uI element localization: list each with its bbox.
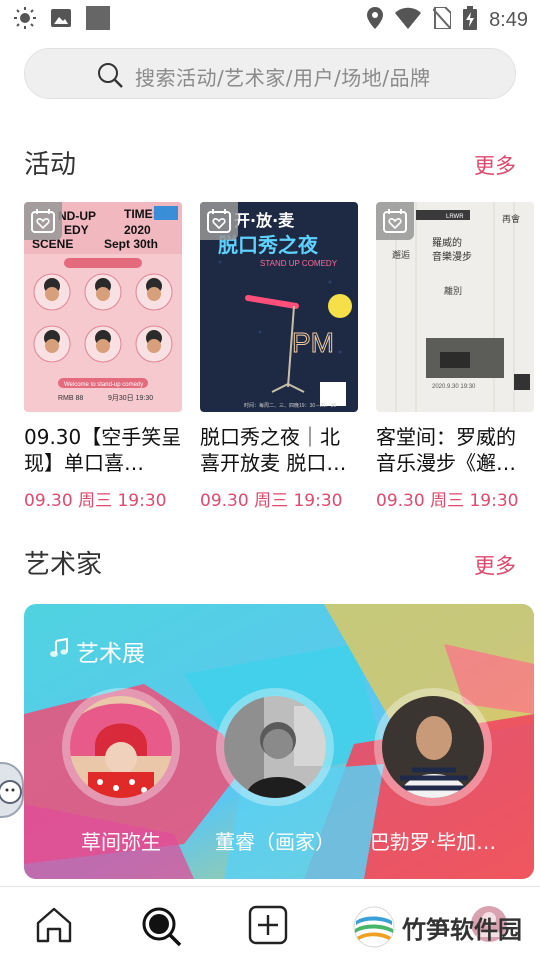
poster-text: 音樂漫步: [432, 250, 472, 263]
square-icon: [86, 6, 110, 34]
favorite-button[interactable]: [200, 202, 238, 240]
event-poster: 开·放·麦 脱口秀之夜 STAND UP COMEDY PM 时间：每周二、三、…: [200, 202, 358, 412]
home-icon: [36, 907, 72, 943]
status-bar: 8:49: [0, 0, 540, 36]
poster-text: TIME:: [124, 207, 157, 221]
wifi-icon: [395, 7, 422, 33]
artist-item[interactable]: 董睿（画家）: [215, 688, 335, 855]
poster-text: 離別: [444, 285, 462, 297]
avatar-ring: [62, 688, 180, 806]
calendar-heart-icon: [31, 209, 55, 233]
event-time: 09.30 周三 19:30: [24, 491, 167, 511]
nav-add[interactable]: [248, 905, 288, 949]
no-sim-icon: [432, 6, 453, 33]
nav-discover[interactable]: [140, 905, 182, 951]
events-more-link[interactable]: 更多: [474, 150, 516, 180]
events-section-title: 活动: [24, 150, 77, 180]
watermark: 竹笋软件园: [352, 905, 522, 949]
artists-section-title: 艺术家: [24, 550, 103, 580]
banner-tag-label: 艺术展: [76, 641, 145, 667]
location-icon: [367, 7, 384, 33]
search-bar[interactable]: 搜索活动/艺术家/用户/场地/品牌: [24, 48, 516, 99]
poster-text: 再會: [502, 213, 520, 225]
poster-text: 时间：每周二、三、四晚19：30－21：30: [244, 402, 336, 409]
banner-tag: 艺术展: [48, 634, 145, 668]
poster-text: 9月30日 19:30: [108, 394, 153, 402]
event-title: 09.30【空手笑呈现】单口喜…: [24, 425, 182, 475]
event-card[interactable]: LRWR 羅威的 音樂漫步 邂逅 離別 再會 2020.9.30 19:30 客…: [376, 202, 534, 511]
chat-face-icon: [0, 780, 22, 804]
search-icon: [97, 62, 123, 92]
watermark-text: 竹笋软件园: [402, 915, 522, 944]
nav-home[interactable]: [34, 905, 74, 949]
poster-text: 邂逅: [392, 249, 410, 261]
avatar: [382, 696, 484, 798]
event-time: 09.30 周三 19:30: [200, 491, 343, 511]
event-title: 客堂间：罗威的音乐漫步《邂…: [376, 425, 516, 475]
floating-assistant-button[interactable]: [0, 762, 24, 818]
favorite-button[interactable]: [24, 202, 62, 240]
image-icon: [50, 8, 72, 32]
favorite-button[interactable]: [376, 202, 414, 240]
avatar: [224, 696, 326, 798]
artist-banner[interactable]: 艺术展 草间弥生 董睿（画家） 巴勃罗·毕加…: [24, 604, 534, 879]
poster-text: LRWR: [446, 214, 464, 220]
discover-icon: [142, 907, 182, 947]
artist-name: 巴勃罗·毕加…: [369, 830, 497, 854]
avatar: [70, 696, 172, 798]
poster-text: Sept 30th: [104, 237, 158, 251]
artist-name: 董睿（画家）: [215, 830, 335, 854]
music-note-icon: [48, 637, 70, 665]
event-time: 09.30 周三 19:30: [376, 491, 519, 511]
poster-text: ND-UP: [58, 209, 96, 223]
poster-text: 羅威的: [432, 236, 462, 249]
add-icon: [248, 905, 288, 945]
watermark-logo-icon: [353, 906, 395, 948]
poster-text: Welcome to stand-up comedy: [64, 382, 143, 388]
avatar-ring: [374, 688, 492, 806]
poster-text: RMB 88: [58, 395, 83, 402]
artist-item[interactable]: 巴勃罗·毕加…: [370, 688, 496, 855]
event-card[interactable]: ND-UP TIME: EDY 2020 SCENE Sept 30th Wel…: [24, 202, 182, 511]
status-time: 8:49: [489, 8, 528, 31]
poster-text: EDY: [64, 223, 89, 237]
calendar-heart-icon: [207, 209, 231, 233]
poster-text: 2020: [124, 223, 151, 237]
poster-text: 开·放·麦: [234, 211, 295, 230]
event-poster: LRWR 羅威的 音樂漫步 邂逅 離別 再會 2020.9.30 19:30: [376, 202, 534, 412]
battery-charging-icon: [463, 6, 478, 34]
poster-text: 2020.9.30 19:30: [432, 384, 476, 390]
event-title: 脱口秀之夜｜北喜开放麦 脱口…: [200, 425, 347, 475]
calendar-heart-icon: [383, 209, 407, 233]
artists-more-link[interactable]: 更多: [474, 550, 516, 580]
event-poster: ND-UP TIME: EDY 2020 SCENE Sept 30th Wel…: [24, 202, 182, 412]
event-card[interactable]: 开·放·麦 脱口秀之夜 STAND UP COMEDY PM 时间：每周二、三、…: [200, 202, 358, 511]
poster-text: PM: [292, 327, 334, 358]
brightness-icon: [14, 7, 36, 33]
poster-text: STAND UP COMEDY: [260, 259, 338, 268]
artist-name: 草间弥生: [81, 830, 161, 854]
avatar-ring: [216, 688, 334, 806]
search-placeholder: 搜索活动/艺术家/用户/场地/品牌: [135, 66, 431, 90]
artist-item[interactable]: 草间弥生: [62, 688, 180, 855]
